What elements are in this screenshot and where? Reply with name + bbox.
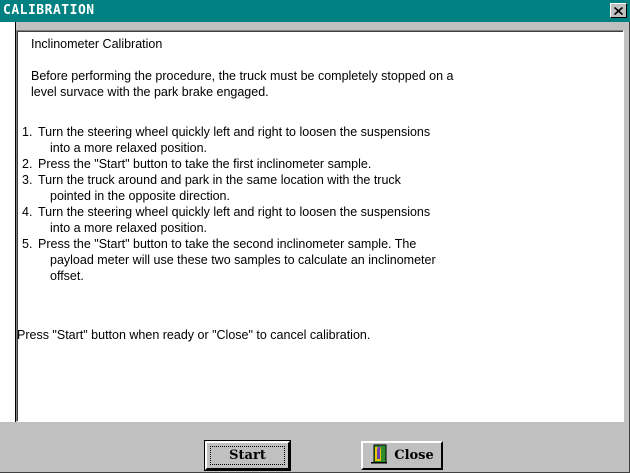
start-focus-ring [210, 446, 285, 465]
step-text-line: Press the "Start" button to take the sec… [38, 237, 417, 251]
step-text-line: Turn the steering wheel quickly left and… [38, 205, 431, 219]
instructions-heading: Inclinometer Calibration [31, 37, 163, 51]
step-text-line: into a more relaxed position. [50, 141, 208, 155]
close-button-label: Close [394, 448, 434, 463]
step-text-line: into a more relaxed position. [50, 221, 208, 235]
step-number: 3. [22, 173, 33, 187]
title-bar: CALIBRATION [0, 0, 630, 22]
step-number: 2. [22, 157, 33, 171]
step-text-line: Press the "Start" button to take the fir… [38, 157, 372, 171]
step-number: 4. [22, 205, 33, 219]
window-title: CALIBRATION [3, 3, 95, 18]
footer-instruction: Press "Start" button when ready or "Clos… [17, 328, 371, 342]
intro-line-2: level survace with the park brake engage… [31, 85, 269, 99]
close-icon [614, 6, 623, 15]
step-text-line: payload meter will use these two samples… [50, 253, 436, 267]
calibration-dialog: CALIBRATION Inclinometer Calibration Bef… [0, 0, 630, 473]
step-text-line: Turn the truck around and park in the sa… [38, 173, 401, 187]
start-button[interactable]: Start [204, 440, 291, 471]
step-text-line: Turn the steering wheel quickly left and… [38, 125, 431, 139]
step-number: 1. [22, 125, 33, 139]
step-text-line: pointed in the opposite direction. [50, 189, 230, 203]
step-number: 5. [22, 237, 33, 251]
window-close-button[interactable] [610, 3, 627, 18]
intro-line-1: Before performing the procedure, the tru… [31, 69, 454, 83]
close-button[interactable]: Close [361, 441, 443, 470]
left-margin [0, 22, 16, 422]
step-text-line: offset. [50, 269, 84, 283]
exit-door-icon [370, 444, 388, 468]
